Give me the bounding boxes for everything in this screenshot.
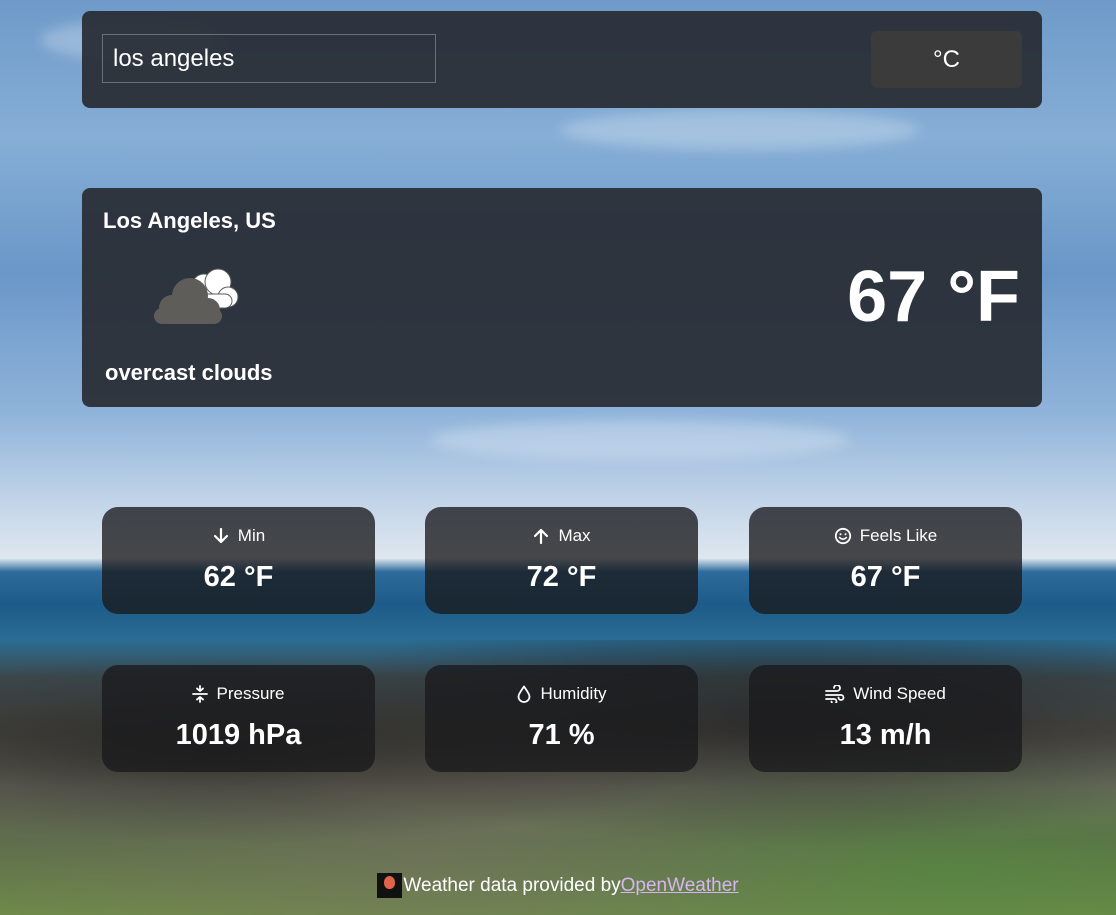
stat-card-wind-speed: Wind Speed 13 m/h xyxy=(749,665,1022,772)
stat-card-max: Max 72 °F xyxy=(425,507,698,614)
arrow-up-icon xyxy=(532,527,550,545)
attribution-footer: Weather data provided by OpenWeather xyxy=(0,873,1116,898)
stat-label: Pressure xyxy=(216,684,285,703)
stat-value: 72 °F xyxy=(526,561,597,593)
stat-value: 1019 hPa xyxy=(175,719,302,751)
weather-description: overcast clouds xyxy=(105,360,273,385)
current-temperature: 67 °F xyxy=(847,257,1020,337)
stat-value: 71 % xyxy=(528,719,595,751)
wind-icon xyxy=(825,685,845,703)
stat-label: Feels Like xyxy=(859,526,938,545)
city-search-input[interactable] xyxy=(102,34,436,83)
stat-label: Wind Speed xyxy=(853,684,946,703)
sky-cloud xyxy=(560,110,920,150)
stat-card-pressure: Pressure 1019 hPa xyxy=(102,665,375,772)
smiley-icon xyxy=(834,527,852,545)
pressure-icon xyxy=(192,685,209,703)
overcast-clouds-icon xyxy=(146,264,242,328)
stat-value: 62 °F xyxy=(203,561,274,593)
openweather-link[interactable]: OpenWeather xyxy=(621,875,739,897)
stat-card-feels-like: Feels Like 67 °F xyxy=(749,507,1022,614)
attribution-text: Weather data provided by xyxy=(403,874,621,896)
stat-card-min: Min 62 °F xyxy=(102,507,375,614)
stat-value: 13 m/h xyxy=(839,719,932,751)
stat-label: Humidity xyxy=(540,684,607,703)
stat-value: 67 °F xyxy=(850,561,921,593)
current-weather-card: Los Angeles, US overcast clouds 67 °F xyxy=(82,188,1042,407)
arrow-down-icon xyxy=(212,527,230,545)
stat-card-humidity: Humidity 71 % xyxy=(425,665,698,772)
app-logo-icon xyxy=(377,873,403,898)
search-bar: °C xyxy=(82,11,1042,108)
sky-cloud xyxy=(430,420,850,460)
stat-label: Min xyxy=(237,526,266,545)
stat-label: Max xyxy=(558,526,591,545)
droplet-icon xyxy=(516,685,532,703)
location-title: Los Angeles, US xyxy=(103,208,276,233)
unit-toggle-button[interactable]: °C xyxy=(871,31,1022,88)
